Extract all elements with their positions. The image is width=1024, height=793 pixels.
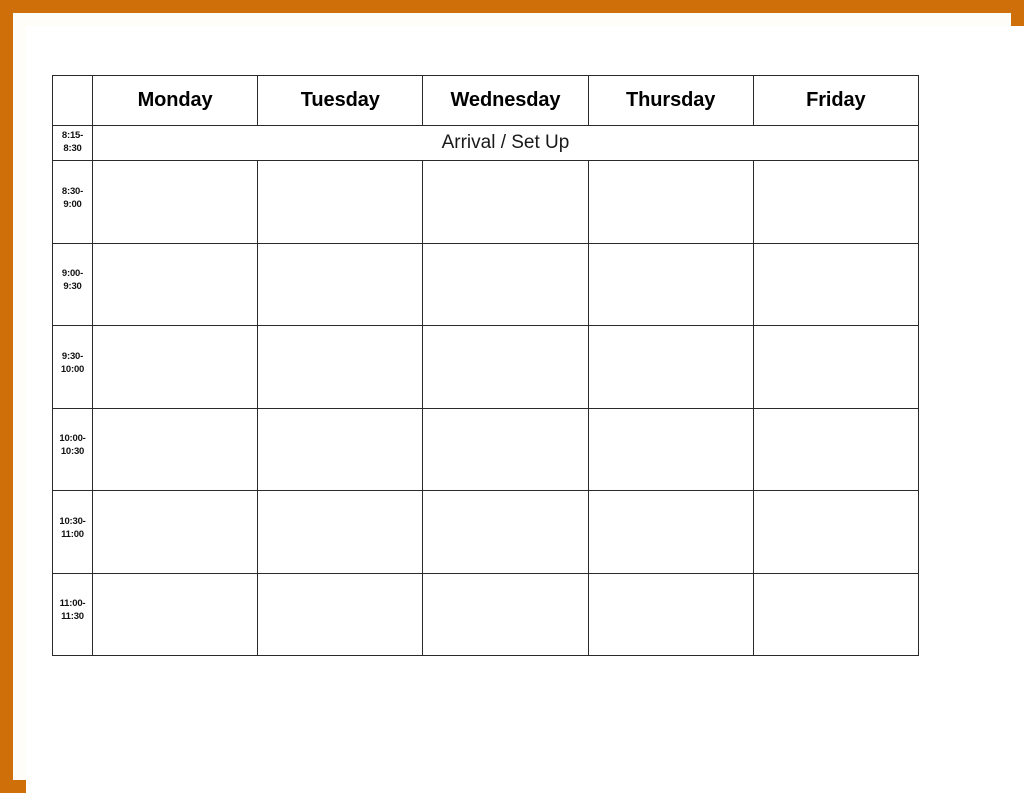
slot-cell-tuesday[interactable] xyxy=(257,242,424,326)
table-row: 11:00- 11:30 xyxy=(52,572,919,656)
time-label-slot-2: 9:00- 9:30 xyxy=(52,242,93,326)
slot-cell-monday[interactable] xyxy=(91,490,259,574)
slot-cell-friday[interactable] xyxy=(752,490,919,574)
slot-cell-thursday[interactable] xyxy=(587,325,754,409)
slot-cell-tuesday[interactable] xyxy=(257,490,424,574)
time-label-line1: 11:00- xyxy=(59,598,86,610)
slot-cell-friday[interactable] xyxy=(752,325,919,409)
slot-cell-monday[interactable] xyxy=(91,160,259,244)
corner-cell xyxy=(52,75,93,126)
time-label-line2: 9:30 xyxy=(63,281,82,293)
slot-cell-monday[interactable] xyxy=(91,572,259,656)
time-label-slot-5: 10:30- 11:00 xyxy=(52,490,93,574)
slot-cell-friday[interactable] xyxy=(752,242,919,326)
time-label-slot-4: 10:00- 10:30 xyxy=(52,407,93,491)
day-header-monday: Monday xyxy=(91,75,259,126)
slot-cell-wednesday[interactable] xyxy=(422,242,589,326)
day-header-thursday: Thursday xyxy=(587,75,754,126)
slot-cell-thursday[interactable] xyxy=(587,490,754,574)
time-label-line2: 8:30 xyxy=(63,143,82,154)
slot-cell-wednesday[interactable] xyxy=(422,572,589,656)
time-label-line1: 9:00- xyxy=(61,268,84,280)
time-label-line1: 8:15- xyxy=(61,130,84,142)
slot-cell-tuesday[interactable] xyxy=(257,572,424,656)
day-header-tuesday: Tuesday xyxy=(257,75,424,126)
table-row: 10:00- 10:30 xyxy=(52,407,919,491)
day-header-friday: Friday xyxy=(752,75,919,126)
slot-cell-friday[interactable] xyxy=(752,572,919,656)
slot-cell-friday[interactable] xyxy=(752,407,919,491)
table-row-arrival: 8:15- 8:30 Arrival / Set Up xyxy=(52,125,919,161)
slot-cell-wednesday[interactable] xyxy=(422,407,589,491)
slot-cell-wednesday[interactable] xyxy=(422,325,589,409)
time-label-arrival: 8:15- 8:30 xyxy=(52,125,93,161)
table-row: 9:30- 10:00 xyxy=(52,325,919,409)
time-label-line2: 10:00 xyxy=(60,363,85,375)
time-label-slot-1: 8:30- 9:00 xyxy=(52,160,93,244)
slot-cell-friday[interactable] xyxy=(752,160,919,244)
slot-cell-monday[interactable] xyxy=(91,242,259,326)
time-label-line1: 10:30- xyxy=(59,515,86,527)
time-label-line1: 8:30- xyxy=(61,185,84,197)
day-header-wednesday: Wednesday xyxy=(422,75,589,126)
arrival-setup-cell[interactable]: Arrival / Set Up xyxy=(92,125,919,161)
slot-cell-tuesday[interactable] xyxy=(257,160,424,244)
time-label-line2: 9:00 xyxy=(63,198,82,210)
slot-cell-thursday[interactable] xyxy=(587,160,754,244)
slot-cell-thursday[interactable] xyxy=(587,242,754,326)
slot-cell-tuesday[interactable] xyxy=(257,325,424,409)
slot-cell-monday[interactable] xyxy=(91,325,259,409)
slot-cell-monday[interactable] xyxy=(91,407,259,491)
table-row: 9:00- 9:30 xyxy=(52,242,919,326)
table-row: 10:30- 11:00 xyxy=(52,490,919,574)
time-label-slot-3: 9:30- 10:00 xyxy=(52,325,93,409)
weekly-schedule-table: Monday Tuesday Wednesday Thursday Friday… xyxy=(52,75,919,656)
time-label-line1: 10:00- xyxy=(59,433,86,445)
time-label-line1: 9:30- xyxy=(61,350,84,362)
slot-cell-thursday[interactable] xyxy=(587,572,754,656)
slot-cell-wednesday[interactable] xyxy=(422,160,589,244)
time-label-line2: 11:30 xyxy=(61,611,84,623)
slot-cell-tuesday[interactable] xyxy=(257,407,424,491)
table-header-row: Monday Tuesday Wednesday Thursday Friday xyxy=(52,75,919,126)
slot-cell-thursday[interactable] xyxy=(587,407,754,491)
table-row: 8:30- 9:00 xyxy=(52,160,919,244)
slot-cell-wednesday[interactable] xyxy=(422,490,589,574)
time-label-slot-6: 11:00- 11:30 xyxy=(52,572,93,656)
time-label-line2: 10:30 xyxy=(60,446,85,458)
time-label-line2: 11:00 xyxy=(61,528,84,540)
